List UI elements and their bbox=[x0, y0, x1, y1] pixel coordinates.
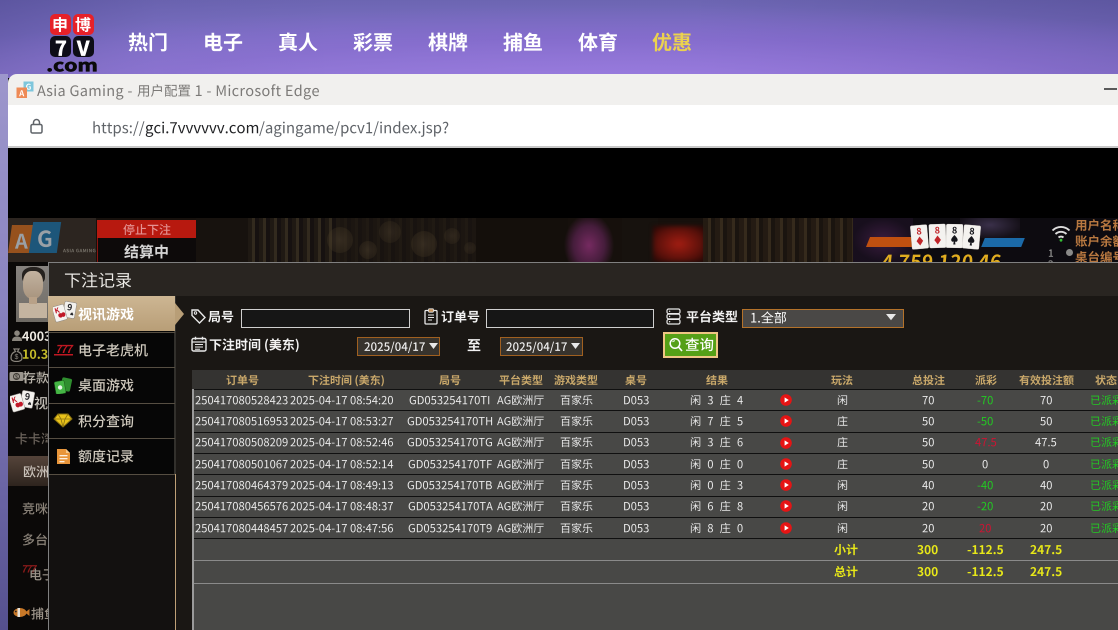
svg-text:$: $ bbox=[15, 354, 19, 361]
